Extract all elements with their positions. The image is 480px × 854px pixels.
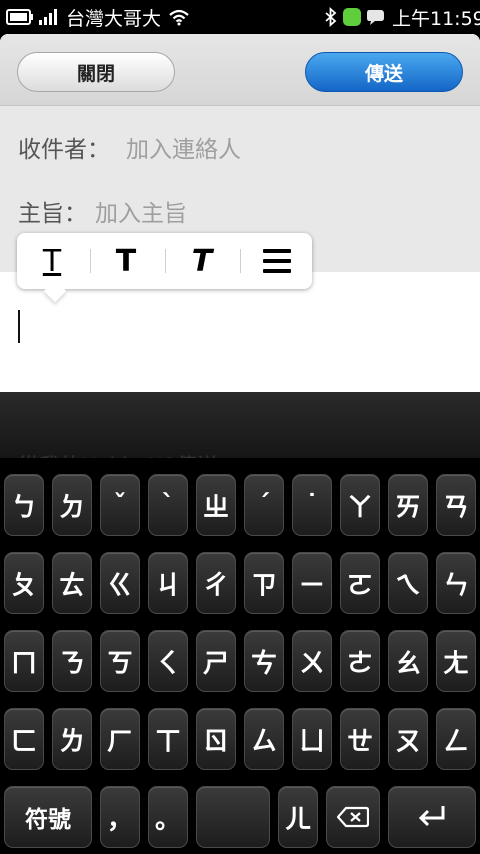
key-row3-5[interactable]: ㄕ	[196, 630, 236, 692]
signature-preview: 從我的Nokia N9傳送	[18, 450, 218, 458]
recipient-label: 收件者：	[18, 137, 110, 163]
close-button[interactable]: 關閉	[17, 52, 175, 92]
zhuyin-keyboard: ㄅㄉ ˇ ˋ ㄓ ˊ ˙ ㄚㄞㄢ ㄆㄊㄍㄐㄔㄗㄧㄛㄟㄣ ㄇㄋㄎㄑㄕㄘㄨㄜㄠㄤ ㄈㄌㄏㄒㄖㄙㄩ…	[0, 458, 480, 854]
key-row2-9[interactable]: ㄟ	[388, 552, 428, 614]
keyboard-top-strip: 從我的Nokia N9傳送	[0, 392, 480, 458]
backspace-icon	[337, 806, 369, 828]
send-button[interactable]: 傳送	[305, 52, 463, 92]
text-format-toolbar: T T T	[17, 233, 312, 303]
compose-header: 關閉 傳送	[0, 34, 480, 106]
carrier-name: 台灣大哥大	[66, 7, 162, 30]
period-key[interactable]: 。	[148, 786, 188, 848]
compose-sheet: 關閉 傳送 收件者： 加入連絡人 主旨： 加入主旨	[0, 34, 480, 392]
subject-label: 主旨：	[18, 201, 87, 227]
divider	[240, 249, 241, 273]
comma-key[interactable]: ，	[100, 786, 140, 848]
key-row2-2[interactable]: ㄊ	[52, 552, 92, 614]
key-row1-10[interactable]: ㄢ	[436, 474, 476, 536]
recipient-field[interactable]: 收件者： 加入連絡人	[18, 130, 241, 164]
battery-icon	[6, 0, 34, 34]
key-row2-3[interactable]: ㄍ	[100, 552, 140, 614]
key-row4-7[interactable]: ㄩ	[292, 708, 332, 770]
key-row1-3[interactable]: ˇ	[100, 474, 140, 536]
key-row2-8[interactable]: ㄛ	[340, 552, 380, 614]
key-row3-8[interactable]: ㄜ	[340, 630, 380, 692]
key-row2-7[interactable]: ㄧ	[292, 552, 332, 614]
key-row4-3[interactable]: ㄏ	[100, 708, 140, 770]
alignment-button[interactable]	[242, 233, 312, 289]
subject-field[interactable]: 主旨： 加入主旨	[18, 194, 187, 228]
message-body-input[interactable]	[0, 272, 480, 392]
key-row1-5[interactable]: ㄓ	[196, 474, 236, 536]
key-row3-4[interactable]: ㄑ	[148, 630, 188, 692]
enter-icon	[418, 806, 445, 827]
enter-key[interactable]	[388, 786, 476, 848]
key-row3-6[interactable]: ㄘ	[244, 630, 284, 692]
key-row4-1[interactable]: ㄈ	[4, 708, 44, 770]
key-row2-4[interactable]: ㄐ	[148, 552, 188, 614]
key-row3-10[interactable]: ㄤ	[436, 630, 476, 692]
key-row4-10[interactable]: ㄥ	[436, 708, 476, 770]
key-row4-2[interactable]: ㄌ	[52, 708, 92, 770]
clock: 上午11:59	[392, 7, 480, 30]
italic-button[interactable]: T	[167, 233, 237, 289]
key-row3-9[interactable]: ㄠ	[388, 630, 428, 692]
underline-button[interactable]: T	[17, 233, 87, 289]
status-bar: 台灣大哥大 上午11:59	[0, 0, 480, 34]
er-key[interactable]: ㄦ	[278, 786, 318, 848]
presence-online-icon	[342, 0, 362, 34]
key-row3-3[interactable]: ㄎ	[100, 630, 140, 692]
key-row2-10[interactable]: ㄣ	[436, 552, 476, 614]
signal-strength-icon	[38, 0, 60, 34]
subject-placeholder[interactable]: 加入主旨	[95, 194, 187, 228]
divider	[165, 249, 166, 273]
key-row3-7[interactable]: ㄨ	[292, 630, 332, 692]
bold-button[interactable]: T	[91, 233, 161, 289]
space-key[interactable]	[196, 786, 270, 848]
text-caret	[18, 310, 20, 343]
key-row3-1[interactable]: ㄇ	[4, 630, 44, 692]
key-row4-8[interactable]: ㄝ	[340, 708, 380, 770]
backspace-key[interactable]	[326, 786, 380, 848]
key-row4-4[interactable]: ㄒ	[148, 708, 188, 770]
key-row1-9[interactable]: ㄞ	[388, 474, 428, 536]
key-row1-6[interactable]: ˊ	[244, 474, 284, 536]
recipient-placeholder[interactable]: 加入連絡人	[126, 130, 241, 164]
key-row4-6[interactable]: ㄙ	[244, 708, 284, 770]
key-row1-1[interactable]: ㄅ	[4, 474, 44, 536]
key-row2-1[interactable]: ㄆ	[4, 552, 44, 614]
key-row2-6[interactable]: ㄗ	[244, 552, 284, 614]
chat-bubble-icon	[366, 0, 386, 34]
key-row3-2[interactable]: ㄋ	[52, 630, 92, 692]
key-row4-9[interactable]: ㄡ	[388, 708, 428, 770]
key-row4-5[interactable]: ㄖ	[196, 708, 236, 770]
key-row1-2[interactable]: ㄉ	[52, 474, 92, 536]
key-row2-5[interactable]: ㄔ	[196, 552, 236, 614]
key-row1-8[interactable]: ㄚ	[340, 474, 380, 536]
key-row1-4[interactable]: ˋ	[148, 474, 188, 536]
key-row1-7[interactable]: ˙	[292, 474, 332, 536]
wifi-icon	[168, 0, 190, 34]
align-justify-icon	[263, 249, 291, 273]
symbols-key[interactable]: 符號	[4, 786, 92, 848]
bluetooth-icon	[324, 0, 338, 34]
